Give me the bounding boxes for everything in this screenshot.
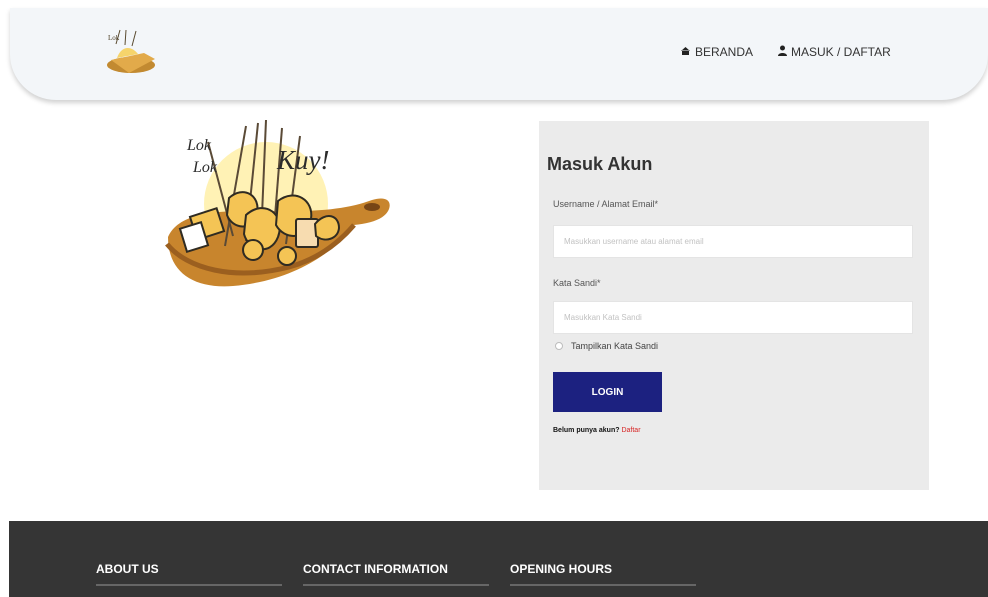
hero-illustration: Lok Lok Kuy! [165, 119, 390, 287]
password-label: Kata Sandi* [553, 278, 601, 288]
nav-login-register[interactable]: MASUK / DAFTAR [778, 45, 891, 59]
nav-home-label: BERANDA [695, 45, 754, 59]
brand-logo[interactable]: Lok [102, 28, 158, 80]
hero-logo-text: Lok [186, 137, 212, 154]
login-title: Masuk Akun [547, 154, 653, 174]
footer-hours-heading: OPENING HOURS [510, 562, 613, 576]
show-password-label: Tampilkan Kata Sandi [571, 341, 659, 351]
login-page: Lok BERANDA MASUK / DAFTAR Lok Lok Kuy! … [0, 0, 988, 597]
signup-prompt: Belum punya akun? Daftar [553, 427, 641, 434]
footer-divider [303, 584, 489, 586]
username-label: Username / Alamat Email* [553, 199, 659, 209]
username-field[interactable] [553, 225, 913, 258]
footer-divider [96, 584, 282, 586]
login-button[interactable]: LOGIN [553, 372, 662, 412]
nav-login-register-label: MASUK / DAFTAR [791, 45, 891, 59]
show-password-checkbox[interactable] [555, 342, 563, 350]
footer-about-heading: ABOUT US [96, 562, 159, 576]
login-form-panel: Masuk Akun Username / Alamat Email* Kata… [539, 121, 929, 490]
nav-home[interactable]: BERANDA [680, 45, 753, 59]
footer-divider [510, 584, 696, 586]
user-icon [778, 45, 787, 59]
home-icon [680, 45, 691, 59]
signup-link[interactable]: Daftar [621, 427, 640, 434]
hero-logo-text: Lok [192, 159, 218, 176]
footer-contact-heading: CONTACT INFORMATION [303, 562, 448, 576]
top-navigation: Lok BERANDA MASUK / DAFTAR [10, 8, 988, 100]
site-footer: ABOUT US CONTACT INFORMATION OPENING HOU… [9, 521, 988, 597]
password-field[interactable] [553, 301, 913, 334]
show-password-option[interactable]: Tampilkan Kata Sandi [555, 341, 658, 351]
signup-prompt-text: Belum punya akun? [553, 427, 620, 434]
hero-logo-text: Kuy! [276, 145, 329, 175]
svg-text:Lok: Lok [108, 34, 120, 42]
